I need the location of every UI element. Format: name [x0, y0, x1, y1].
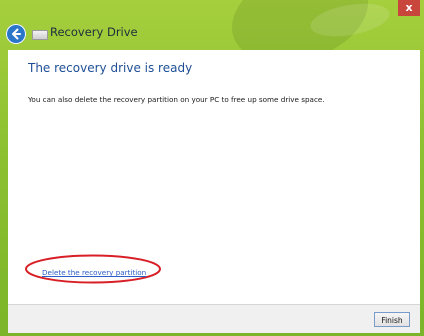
- delete-recovery-partition-link[interactable]: Delete the recovery partition: [42, 268, 146, 277]
- finish-button[interactable]: Finish: [374, 312, 410, 327]
- back-arrow-icon: [12, 28, 21, 40]
- back-button[interactable]: [6, 24, 26, 44]
- page-title: The recovery drive is ready: [28, 61, 193, 75]
- recovery-drive-window: x Recovery Drive The recovery drive is r…: [0, 0, 424, 336]
- drive-icon: [32, 30, 48, 40]
- footer-bar: Finish: [8, 304, 420, 333]
- close-button[interactable]: x: [398, 0, 420, 16]
- window-title: Recovery Drive: [50, 25, 138, 39]
- title-bar: Recovery Drive: [0, 22, 424, 48]
- description-text: You can also delete the recovery partiti…: [28, 95, 325, 104]
- main-content: The recovery drive is ready You can also…: [8, 50, 420, 304]
